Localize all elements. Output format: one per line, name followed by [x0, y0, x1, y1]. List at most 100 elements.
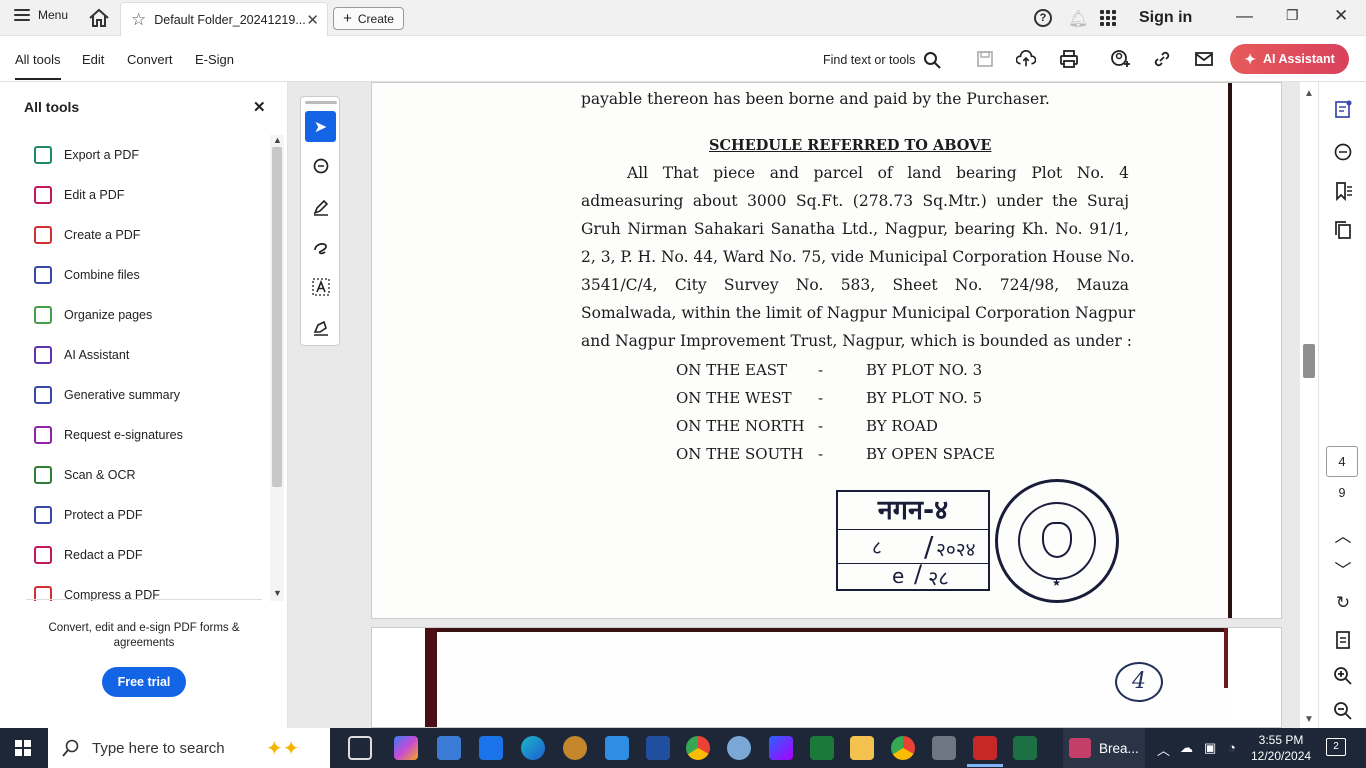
add-user-icon[interactable]	[1110, 49, 1130, 69]
home-icon[interactable]	[88, 8, 110, 28]
wifi-icon[interactable]: ◔	[1228, 740, 1236, 755]
scroll-up-icon[interactable]: ▲	[273, 135, 282, 145]
rotate-refresh-icon[interactable]: ↻	[1331, 593, 1355, 613]
boundary-side: ON THE NORTH	[676, 417, 805, 435]
tool-item-protect-a-pdf[interactable]: Protect a PDF	[34, 503, 143, 527]
select-cursor-icon[interactable]: ➤	[305, 111, 336, 142]
apps-grid-icon[interactable]	[1100, 10, 1116, 26]
word-icon[interactable]	[646, 736, 670, 760]
document-scrollbar[interactable]: ▲ ▼	[1300, 82, 1318, 728]
draw-freehand-icon[interactable]	[305, 231, 336, 262]
tab-convert[interactable]: Convert	[127, 52, 173, 67]
stamp-value: २८	[928, 566, 949, 590]
file-explorer-icon[interactable]	[850, 736, 874, 760]
next-page-icon[interactable]: ﹀	[1331, 556, 1355, 581]
copilot-icon[interactable]	[394, 736, 418, 760]
clock-date: 12/20/2024	[1251, 749, 1312, 763]
tab-all-tools[interactable]: All tools	[15, 52, 61, 80]
tray-chevron-icon[interactable]: ︿	[1157, 740, 1170, 759]
tool-item-redact-a-pdf[interactable]: Redact a PDF	[34, 543, 143, 567]
close-panel-icon[interactable]: ✕	[253, 98, 266, 116]
scroll-down-icon[interactable]: ▼	[1304, 714, 1314, 725]
menu-button[interactable]: Menu	[14, 8, 68, 22]
current-page-input[interactable]: 4	[1326, 446, 1358, 477]
app-icon[interactable]	[810, 736, 834, 760]
maximize-icon[interactable]: ❐	[1286, 7, 1299, 24]
taskbar-app-breadcrumb[interactable]: Brea...	[1063, 728, 1145, 768]
star-icon[interactable]: ☆	[131, 10, 146, 30]
bell-icon[interactable]: 🔔︎	[1068, 9, 1088, 29]
create-button[interactable]: + Create	[333, 7, 404, 30]
print-icon[interactable]	[1059, 49, 1079, 69]
task-view-icon[interactable]	[348, 736, 372, 760]
ai-assistant-button[interactable]: ✦ AI Assistant	[1230, 44, 1349, 74]
tab-e-sign[interactable]: E-Sign	[195, 52, 234, 67]
paint-icon[interactable]	[727, 736, 751, 760]
save-icon[interactable]	[975, 49, 995, 69]
mail-icon[interactable]	[1194, 49, 1214, 69]
excel-icon[interactable]	[1013, 736, 1037, 760]
registration-stamp: नगन-४ ८ / २०२४ e / २८	[836, 490, 990, 591]
highlight-pen-icon[interactable]	[305, 191, 336, 222]
tool-item-scan-ocr[interactable]: Scan & OCR	[34, 463, 136, 487]
tool-item-combine-files[interactable]: Combine files	[34, 263, 140, 287]
boundary-side: ON THE SOUTH	[676, 445, 804, 463]
tool-item-export-a-pdf[interactable]: Export a PDF	[34, 143, 139, 167]
sign-in-button[interactable]: Sign in	[1139, 9, 1192, 27]
app-icon[interactable]	[563, 736, 587, 760]
onedrive-icon[interactable]: ☁	[1180, 740, 1193, 756]
panel-scroll-thumb[interactable]	[272, 147, 282, 487]
tool-label: Redact a PDF	[64, 548, 143, 562]
mail-app-icon[interactable]	[479, 736, 503, 760]
tool-item-organize-pages[interactable]: Organize pages	[34, 303, 152, 327]
document-scroll-thumb[interactable]	[1303, 344, 1315, 378]
store-icon[interactable]	[437, 736, 461, 760]
tab-edit[interactable]: Edit	[82, 52, 104, 67]
edit-pdf-icon[interactable]	[1333, 99, 1353, 119]
close-tab-icon[interactable]: ✕	[306, 11, 319, 29]
organize-pages-icon	[34, 306, 52, 324]
system-clock[interactable]: 3:55 PM 12/20/2024	[1251, 732, 1311, 764]
taskbar-search[interactable]: Type here to search ✦✦	[48, 728, 330, 768]
tool-item-request-e-signatures[interactable]: Request e-signatures	[34, 423, 183, 447]
scroll-up-icon[interactable]: ▲	[1304, 88, 1314, 99]
app-icon[interactable]	[769, 736, 793, 760]
sign-pen-icon[interactable]	[305, 311, 336, 342]
close-window-icon[interactable]: ✕	[1334, 6, 1348, 26]
promo-text: Convert, edit and e-sign PDF forms & agr…	[48, 622, 240, 649]
find-tools-button[interactable]: Find text or tools	[823, 51, 942, 69]
free-trial-button[interactable]: Free trial	[102, 667, 186, 697]
drag-handle[interactable]	[305, 101, 337, 104]
app-icon[interactable]	[605, 736, 629, 760]
link-icon[interactable]	[1152, 49, 1172, 69]
chrome-icon[interactable]	[686, 736, 710, 760]
acrobat-icon[interactable]	[967, 736, 1003, 767]
panel-scrollbar[interactable]: ▲ ▼	[270, 135, 284, 601]
zoom-out-icon[interactable]	[1333, 701, 1353, 721]
powerpoint-icon	[1069, 738, 1091, 758]
edge-icon[interactable]	[521, 736, 545, 760]
tool-label: Protect a PDF	[64, 508, 143, 522]
comment-icon[interactable]	[305, 151, 336, 182]
previous-page-icon[interactable]: ︿	[1331, 522, 1355, 547]
tool-item-generative-summary[interactable]: Generative summary	[34, 383, 180, 407]
tool-item-ai-assistant[interactable]: AI Assistant	[34, 343, 129, 367]
bookmark-icon[interactable]	[1333, 181, 1353, 201]
pages-icon[interactable]	[1333, 220, 1353, 240]
comment-panel-icon[interactable]	[1333, 142, 1353, 162]
calculator-icon[interactable]	[932, 736, 956, 760]
minimize-icon[interactable]: —	[1236, 6, 1253, 26]
windows-start-icon[interactable]	[15, 740, 31, 756]
document-tab[interactable]: ☆ Default Folder_20241219... ✕	[120, 2, 328, 36]
page-fit-icon[interactable]	[1333, 630, 1353, 650]
tool-item-edit-a-pdf[interactable]: Edit a PDF	[34, 183, 124, 207]
scroll-down-icon[interactable]: ▼	[273, 588, 282, 598]
upload-cloud-icon[interactable]	[1016, 49, 1036, 69]
text-box-icon[interactable]	[305, 271, 336, 302]
tool-item-create-a-pdf[interactable]: Create a PDF	[34, 223, 140, 247]
chrome-icon[interactable]	[891, 736, 915, 760]
zoom-in-icon[interactable]	[1333, 666, 1353, 686]
notification-icon[interactable]: 2	[1326, 738, 1346, 756]
help-icon[interactable]: ?	[1034, 9, 1052, 27]
network-icon[interactable]: ▣	[1204, 740, 1216, 756]
